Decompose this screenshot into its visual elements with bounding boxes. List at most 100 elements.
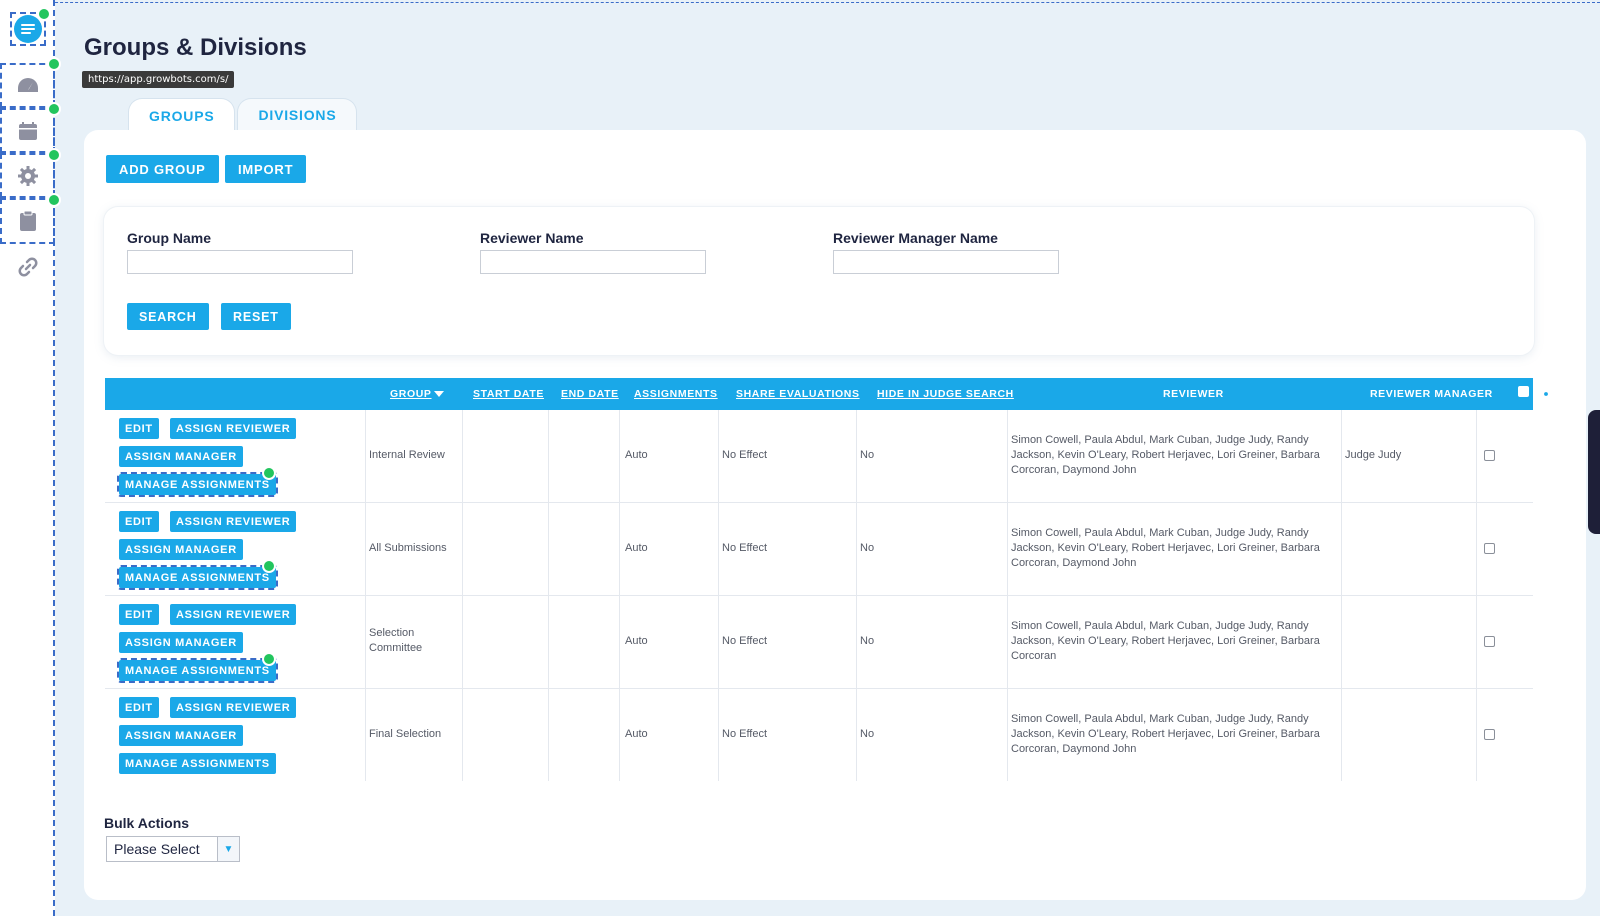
column-header-share-evaluations[interactable]: SHARE EVALUATIONS xyxy=(736,378,860,410)
reviewer-name-input[interactable] xyxy=(480,250,706,274)
edit-button[interactable]: EDIT xyxy=(119,511,159,532)
cell-assignments: Auto xyxy=(625,449,648,461)
column-header-hide-in-judge-search[interactable]: HIDE IN JUDGE SEARCH xyxy=(877,378,1014,410)
bulk-actions-label: Bulk Actions xyxy=(104,815,190,831)
cell-group: Selection Committee xyxy=(369,627,423,654)
link-badge-icon xyxy=(262,466,276,480)
row-checkbox[interactable] xyxy=(1484,729,1495,740)
table-row: EDIT ASSIGN REVIEWER ASSIGN MANAGER MANA… xyxy=(105,503,1533,596)
cell-group: Internal Review xyxy=(369,449,445,461)
manage-assignments-button[interactable]: MANAGE ASSIGNMENTS xyxy=(117,472,278,497)
tab-bar: GROUPS DIVISIONS xyxy=(128,98,358,132)
assign-reviewer-button[interactable]: ASSIGN REVIEWER xyxy=(170,511,297,532)
logo-icon xyxy=(14,15,42,43)
cell-share-evaluations: No Effect xyxy=(722,542,768,554)
assign-reviewer-button[interactable]: ASSIGN REVIEWER xyxy=(170,418,297,439)
cell-share-evaluations: No Effect xyxy=(722,449,768,461)
link-badge-icon xyxy=(47,57,61,71)
group-name-input[interactable] xyxy=(127,250,353,274)
reviewer-manager-name-label: Reviewer Manager Name xyxy=(833,230,998,246)
row-checkbox[interactable] xyxy=(1484,543,1495,554)
page-title: Groups & Divisions xyxy=(84,34,307,61)
reviewer-name-label: Reviewer Name xyxy=(480,230,584,246)
column-header-group-label: GROUP xyxy=(390,388,432,400)
column-header-start-date[interactable]: START DATE xyxy=(473,378,544,410)
cell-assignments: Auto xyxy=(625,728,648,740)
manage-assignments-button[interactable]: MANAGE ASSIGNMENTS xyxy=(119,753,276,774)
cell-hide-in-judge-search: No xyxy=(860,635,875,647)
cell-reviewer: Simon Cowell, Paula Abdul, Mark Cuban, J… xyxy=(1011,434,1320,476)
table-row: EDIT ASSIGN REVIEWER ASSIGN MANAGER MANA… xyxy=(105,410,1533,503)
assign-manager-button[interactable]: ASSIGN MANAGER xyxy=(119,725,243,746)
sidebar xyxy=(0,0,61,916)
cell-reviewer: Simon Cowell, Paula Abdul, Mark Cuban, J… xyxy=(1011,713,1320,755)
gear-icon xyxy=(17,165,38,186)
sidebar-item-calendar[interactable] xyxy=(0,108,55,153)
cell-reviewer-manager: Judge Judy xyxy=(1345,449,1402,461)
cell-reviewer: Simon Cowell, Paula Abdul, Mark Cuban, J… xyxy=(1011,620,1320,662)
cell-group: Final Selection xyxy=(369,728,442,740)
clipboard-icon xyxy=(19,210,36,231)
link-badge-icon xyxy=(37,7,51,21)
column-header-reviewer-manager: REVIEWER MANAGER xyxy=(1370,388,1493,400)
table-row: EDIT ASSIGN REVIEWER ASSIGN MANAGER MANA… xyxy=(105,689,1533,782)
sidebar-item-links[interactable] xyxy=(0,252,55,282)
bulk-actions-select[interactable]: Please Select ▼ xyxy=(106,836,240,862)
edit-button[interactable]: EDIT xyxy=(119,604,159,625)
link-icon xyxy=(18,257,37,277)
column-header-assignments[interactable]: ASSIGNMENTS xyxy=(634,378,718,410)
row-checkbox[interactable] xyxy=(1484,636,1495,647)
cell-hide-in-judge-search: No xyxy=(860,449,875,461)
assign-reviewer-button[interactable]: ASSIGN REVIEWER xyxy=(170,697,297,718)
chevron-down-icon[interactable]: ▼ xyxy=(217,837,239,861)
cell-share-evaluations: No Effect xyxy=(722,635,768,647)
side-widget-tab[interactable] xyxy=(1588,410,1600,534)
gear-icon[interactable] xyxy=(1539,387,1553,401)
tab-divisions[interactable]: DIVISIONS xyxy=(237,98,358,130)
filter-panel xyxy=(104,207,1534,355)
table-row: EDIT ASSIGN REVIEWER ASSIGN MANAGER MANA… xyxy=(105,596,1533,689)
link-badge-icon xyxy=(47,148,61,162)
cell-assignments: Auto xyxy=(625,542,648,554)
cell-reviewer: Simon Cowell, Paula Abdul, Mark Cuban, J… xyxy=(1011,527,1320,569)
cell-assignments: Auto xyxy=(625,635,648,647)
assign-reviewer-button[interactable]: ASSIGN REVIEWER xyxy=(170,604,297,625)
table-header: GROUP START DATE END DATE ASSIGNMENTS SH… xyxy=(105,378,1553,410)
calendar-icon xyxy=(18,121,37,140)
link-badge-icon xyxy=(47,193,61,207)
column-header-group[interactable]: GROUP xyxy=(390,378,445,410)
assign-manager-button[interactable]: ASSIGN MANAGER xyxy=(119,632,243,653)
cell-hide-in-judge-search: No xyxy=(860,542,875,554)
cell-group: All Submissions xyxy=(369,542,447,554)
cell-share-evaluations: No Effect xyxy=(722,728,768,740)
sidebar-item-clipboard[interactable] xyxy=(0,198,55,244)
bulk-actions-selected-value: Please Select xyxy=(114,841,200,857)
sidebar-item-dashboard[interactable] xyxy=(0,63,55,108)
link-badge-icon xyxy=(262,559,276,573)
manage-assignments-button[interactable]: MANAGE ASSIGNMENTS xyxy=(117,565,278,590)
dashboard-icon xyxy=(17,77,38,92)
sidebar-item-settings[interactable] xyxy=(0,153,55,198)
sort-down-icon xyxy=(433,391,444,397)
edit-button[interactable]: EDIT xyxy=(119,697,159,718)
link-badge-icon xyxy=(262,652,276,666)
search-button[interactable]: SEARCH xyxy=(127,303,209,330)
url-tooltip: https://app.growbots.com/s/ xyxy=(82,71,235,88)
reviewer-manager-name-input[interactable] xyxy=(833,250,1059,274)
column-header-end-date[interactable]: END DATE xyxy=(561,378,619,410)
tab-groups[interactable]: GROUPS xyxy=(128,98,236,132)
groups-table: GROUP START DATE END DATE ASSIGNMENTS SH… xyxy=(105,378,1553,782)
group-name-label: Group Name xyxy=(127,230,212,246)
assign-manager-button[interactable]: ASSIGN MANAGER xyxy=(119,446,243,467)
cell-hide-in-judge-search: No xyxy=(860,728,875,740)
edit-button[interactable]: EDIT xyxy=(119,418,159,439)
top-dashed-border xyxy=(0,2,1600,3)
assign-manager-button[interactable]: ASSIGN MANAGER xyxy=(119,539,243,560)
link-badge-icon xyxy=(47,102,61,116)
reset-button[interactable]: RESET xyxy=(221,303,291,330)
select-all-checkbox[interactable] xyxy=(1518,386,1529,397)
manage-assignments-button[interactable]: MANAGE ASSIGNMENTS xyxy=(117,658,278,683)
row-checkbox[interactable] xyxy=(1484,450,1495,461)
import-button[interactable]: IMPORT xyxy=(225,155,307,183)
add-group-button[interactable]: ADD GROUP xyxy=(106,155,219,183)
